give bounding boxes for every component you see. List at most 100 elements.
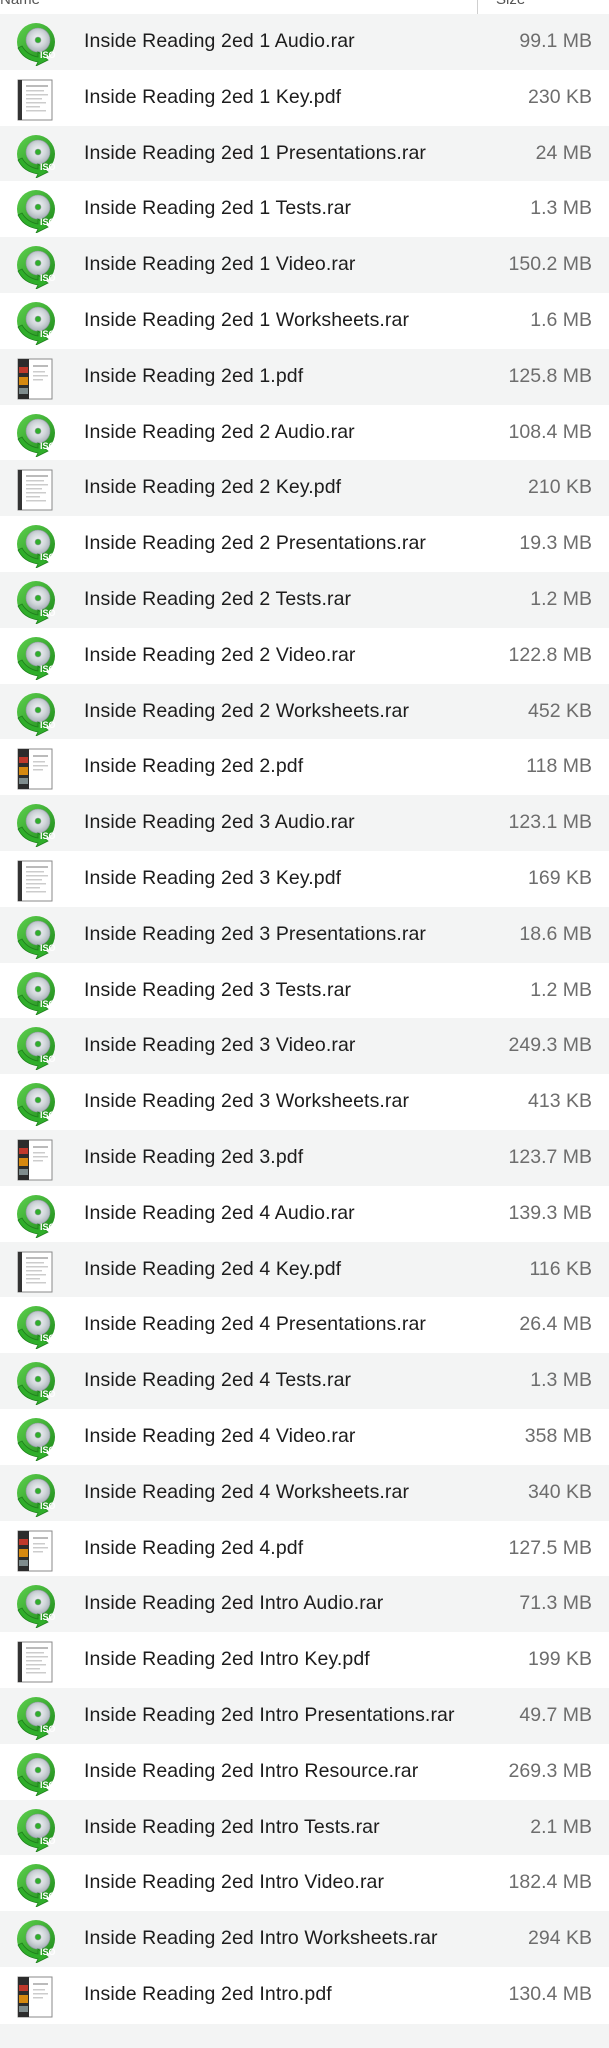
file-name: Inside Reading 2ed 4 Video.rar (84, 1424, 356, 1447)
column-divider[interactable] (477, 0, 478, 14)
file-row[interactable]: ISO Inside Reading 2ed Intro Resource.rar… (0, 1744, 609, 1800)
file-row[interactable]: Inside Reading 2ed 1 Key.pdf 230 KB (0, 70, 609, 126)
file-row[interactable]: ISO Inside Reading 2ed Intro Presentation… (0, 1687, 609, 1744)
file-row[interactable]: ISO Inside Reading 2ed 2 Audio.rar 108.4 M… (0, 405, 609, 461)
empty-list-area (0, 2024, 609, 2048)
file-row[interactable]: ISO Inside Reading 2ed 4 Worksheets.rar 34… (0, 1464, 609, 1521)
file-name: Inside Reading 2ed 4 Tests.rar (84, 1369, 352, 1392)
file-name: Inside Reading 2ed 4 Audio.rar (84, 1201, 355, 1224)
file-size: 452 KB (528, 699, 592, 722)
file-name: Inside Reading 2ed 3 Worksheets.rar (84, 1090, 410, 1113)
iso-disc-icon: ISO (14, 524, 58, 570)
file-row[interactable]: ISO Inside Reading 2ed 4 Tests.rar 1.3 MB (0, 1353, 609, 1409)
file-size: 150.2 MB (508, 253, 592, 276)
file-size: 26.4 MB (519, 1313, 592, 1336)
file-row[interactable]: ISO Inside Reading 2ed 1 Presentations.ra… (0, 125, 609, 182)
file-row[interactable]: ISO Inside Reading 2ed 3 Presentations.ra… (0, 906, 609, 963)
iso-disc-icon: ISO (14, 1584, 58, 1630)
file-size: 199 KB (528, 1648, 592, 1671)
file-size: 24 MB (535, 141, 592, 164)
file-row[interactable]: ISO Inside Reading 2ed 3 Worksheets.rar 41… (0, 1074, 609, 1130)
file-row[interactable]: ISO Inside Reading 2ed Intro Worksheets.r… (0, 1911, 609, 1967)
file-row[interactable]: ISO Inside Reading 2ed 1 Tests.rar 1.3 MB (0, 181, 609, 237)
file-size: 125.8 MB (508, 364, 592, 387)
file-name: Inside Reading 2ed Intro.pdf (84, 1982, 332, 2005)
svg-text:ISO: ISO (40, 1836, 56, 1846)
iso-disc-icon: ISO (14, 134, 58, 179)
file-row[interactable]: ISO Inside Reading 2ed Intro Tests.rar 2.1… (0, 1799, 609, 1856)
file-row[interactable]: Inside Reading 2ed 3.pdf 123.7 MB (0, 1129, 609, 1186)
file-size: 230 KB (528, 85, 592, 108)
file-name: Inside Reading 2ed 4 Worksheets.rar (84, 1480, 410, 1503)
svg-text:ISO: ISO (40, 1054, 56, 1064)
file-row[interactable]: ISO Inside Reading 2ed 2 Video.rar 122.8 M… (0, 628, 609, 684)
file-name: Inside Reading 2ed 1 Presentations.rar (84, 141, 427, 164)
file-size: 340 KB (528, 1480, 592, 1503)
file-size: 71.3 MB (519, 1592, 592, 1615)
file-name: Inside Reading 2ed Intro Key.pdf (84, 1648, 370, 1671)
file-name: Inside Reading 2ed Intro Tests.rar (84, 1815, 380, 1838)
file-row[interactable]: ISO Inside Reading 2ed 3 Video.rar 249.3 M… (0, 1018, 609, 1075)
file-list-pane: Name Size ISO Inside Reading 2ed 1 Audio.… (0, 0, 609, 2048)
svg-text:ISO: ISO (40, 441, 56, 451)
file-size: 2.1 MB (530, 1815, 592, 1838)
file-name: Inside Reading 2ed 3 Audio.rar (84, 811, 355, 834)
pdf-key-icon (14, 1640, 58, 1684)
file-name: Inside Reading 2ed Intro Audio.rar (84, 1592, 384, 1615)
iso-disc-icon: ISO (14, 915, 58, 960)
file-row[interactable]: ISO Inside Reading 2ed Intro Video.rar 182… (0, 1855, 609, 1911)
file-name: Inside Reading 2ed 3.pdf (84, 1145, 304, 1168)
file-row[interactable]: ISO Inside Reading 2ed 1 Audio.rar 99.1 MB (0, 14, 609, 70)
file-row[interactable]: ISO Inside Reading 2ed 1 Video.rar 150.2 M… (0, 237, 609, 293)
file-row[interactable]: ISO Inside Reading 2ed 4 Audio.rar 139.3 M… (0, 1186, 609, 1242)
file-size: 169 KB (528, 866, 592, 889)
pdf-book-icon (14, 357, 58, 401)
pdf-book-icon (14, 1975, 58, 2019)
file-row[interactable]: ISO Inside Reading 2ed 4 Video.rar 358 MB (0, 1409, 609, 1465)
file-row[interactable]: Inside Reading 2ed 4 Key.pdf 116 KB (0, 1241, 609, 1298)
file-row[interactable]: Inside Reading 2ed 1.pdf 125.8 MB (0, 348, 609, 405)
file-row[interactable]: Inside Reading 2ed Intro.pdf 130.4 MB (0, 1967, 609, 2023)
file-name: Inside Reading 2ed 3 Tests.rar (84, 978, 352, 1001)
file-row[interactable]: Inside Reading 2ed 3 Key.pdf 169 KB (0, 851, 609, 907)
file-name: Inside Reading 2ed 2 Key.pdf (84, 476, 342, 499)
file-name: Inside Reading 2ed Intro Video.rar (84, 1871, 385, 1894)
svg-text:ISO: ISO (40, 329, 56, 339)
svg-text:ISO: ISO (40, 1110, 56, 1120)
file-name: Inside Reading 2ed 1 Audio.rar (84, 30, 355, 52)
file-row[interactable]: ISO Inside Reading 2ed 1 Worksheets.rar 1.… (0, 293, 609, 349)
svg-text:ISO: ISO (40, 1501, 56, 1511)
file-name: Inside Reading 2ed 4 Presentations.rar (84, 1313, 427, 1336)
file-row[interactable]: ISO Inside Reading 2ed 3 Tests.rar 1.2 MB (0, 963, 609, 1019)
file-row[interactable]: Inside Reading 2ed 4.pdf 127.5 MB (0, 1521, 609, 1577)
svg-text:ISO: ISO (40, 943, 56, 953)
iso-disc-icon: ISO (14, 636, 58, 681)
svg-text:ISO: ISO (40, 831, 56, 841)
svg-text:ISO: ISO (40, 1947, 56, 1957)
svg-text:ISO: ISO (40, 1222, 56, 1232)
file-name: Inside Reading 2ed 4.pdf (84, 1536, 304, 1559)
file-row[interactable]: ISO Inside Reading 2ed 3 Audio.rar 123.1 M… (0, 795, 609, 851)
file-row[interactable]: ISO Inside Reading 2ed 2 Presentations.ra… (0, 516, 609, 572)
pdf-book-icon (14, 1138, 58, 1182)
iso-disc-icon: ISO (14, 1194, 58, 1239)
file-size: 99.1 MB (519, 30, 592, 52)
file-row[interactable]: ISO Inside Reading 2ed 4 Presentations.ra… (0, 1297, 609, 1353)
size-column-header[interactable]: Size (496, 0, 525, 8)
file-name: Inside Reading 2ed 1 Key.pdf (84, 85, 342, 108)
name-column-header[interactable]: Name (0, 0, 40, 8)
file-row[interactable]: Inside Reading 2ed 2 Key.pdf 210 KB (0, 460, 609, 517)
file-row[interactable]: Inside Reading 2ed Intro Key.pdf 199 KB (0, 1632, 609, 1688)
file-row[interactable]: ISO Inside Reading 2ed 2 Tests.rar 1.2 MB (0, 571, 609, 628)
svg-text:ISO: ISO (40, 1445, 56, 1455)
iso-disc-icon: ISO (14, 245, 58, 291)
file-size: 130.4 MB (508, 1982, 592, 2005)
file-row[interactable]: Inside Reading 2ed 2.pdf 118 MB (0, 739, 609, 795)
file-size: 123.7 MB (508, 1145, 592, 1168)
file-name: Inside Reading 2ed 1.pdf (84, 364, 304, 387)
file-row[interactable]: ISO Inside Reading 2ed Intro Audio.rar 71.… (0, 1576, 609, 1633)
svg-text:ISO: ISO (40, 217, 56, 227)
iso-disc-icon: ISO (14, 189, 58, 235)
file-size: 127.5 MB (508, 1536, 592, 1559)
file-row[interactable]: ISO Inside Reading 2ed 2 Worksheets.rar 45… (0, 683, 609, 740)
